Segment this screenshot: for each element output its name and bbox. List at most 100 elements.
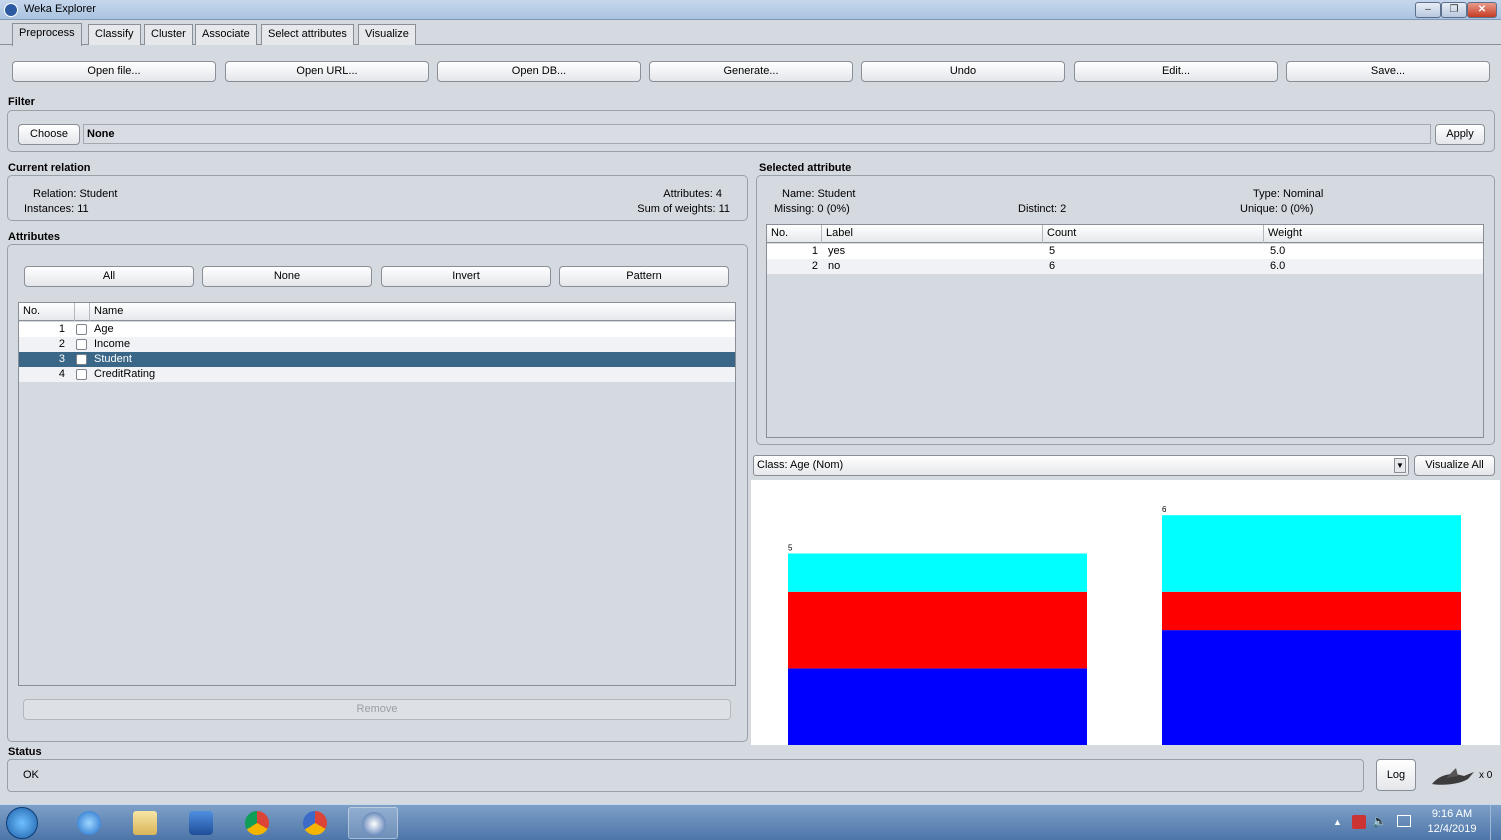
class-selector[interactable]: Class: Age (Nom) ▼ — [753, 455, 1409, 476]
attribute-checkbox[interactable] — [76, 354, 87, 365]
table-row[interactable]: 1 yes 5 5.0 — [767, 244, 1483, 259]
volume-icon[interactable]: 🔈 — [1372, 814, 1387, 828]
select-all-button[interactable]: All — [24, 266, 194, 287]
generate-button[interactable]: Generate... — [649, 61, 853, 82]
log-button[interactable]: Log — [1376, 759, 1416, 791]
value-count: 6 — [1049, 260, 1056, 272]
attribute-checkbox[interactable] — [76, 339, 87, 350]
attributes-table-header: No. Name — [19, 303, 735, 321]
col-check-header[interactable] — [75, 303, 90, 321]
unique-label: Unique: 0 (0%) — [1240, 203, 1314, 215]
value-label: yes — [828, 245, 846, 257]
tab-visualize[interactable]: Visualize — [358, 24, 416, 45]
table-row-selected[interactable]: 3 Student — [19, 352, 735, 367]
table-row[interactable]: 2 Income — [19, 337, 735, 352]
taskbar-chrome-beta[interactable] — [290, 807, 340, 839]
attributes-title: Attributes — [8, 231, 60, 243]
missing-label: Missing: 0 (0%) — [774, 203, 850, 215]
tab-cluster[interactable]: Cluster — [144, 24, 193, 45]
row-number: 1 — [58, 323, 65, 335]
undo-button[interactable]: Undo — [861, 61, 1065, 82]
relation-label: Relation: Student — [33, 188, 118, 200]
open-url-button[interactable]: Open URL... — [225, 61, 429, 82]
taskbar-media-player[interactable] — [176, 807, 226, 839]
value-weight: 5.0 — [1270, 245, 1286, 257]
col-no-header[interactable]: No. — [19, 303, 75, 321]
taskbar: ▲ 🔈 9:16 AM 12/4/2019 — [0, 804, 1501, 840]
type-label: Type: Nominal — [1253, 188, 1324, 200]
minimize-button[interactable]: – — [1415, 2, 1441, 18]
bar-total-label: 5 — [788, 544, 793, 553]
start-button[interactable] — [6, 807, 38, 839]
attribute-name: Income — [94, 338, 131, 350]
col-weight-header[interactable]: Weight — [1264, 225, 1483, 243]
open-db-button[interactable]: Open DB... — [437, 61, 641, 82]
clock-time[interactable]: 9:16 AM — [1424, 808, 1480, 820]
class-selector-value: Class: Age (Nom) — [757, 459, 844, 471]
network-icon[interactable] — [1397, 815, 1411, 827]
show-desktop-button[interactable] — [1490, 805, 1501, 840]
current-relation-title: Current relation — [8, 162, 91, 174]
bar-segment-no-1 — [1162, 591, 1461, 631]
tab-classify[interactable]: Classify — [88, 24, 141, 45]
col-no-header[interactable]: No. — [767, 225, 822, 243]
row-number: 4 — [58, 368, 65, 380]
values-table-header: No. Label Count Weight — [767, 225, 1483, 243]
window-title: Weka Explorer — [24, 3, 96, 15]
clock-date[interactable]: 12/4/2019 — [1424, 823, 1480, 835]
media-player-icon — [189, 811, 213, 835]
col-count-header[interactable]: Count — [1043, 225, 1264, 243]
taskbar-chrome[interactable] — [232, 807, 282, 839]
chrome-icon — [245, 811, 269, 835]
tab-preprocess[interactable]: Preprocess — [12, 23, 82, 46]
taskbar-explorer[interactable] — [120, 807, 170, 839]
tab-bar: Preprocess Classify Cluster Associate Se… — [0, 22, 1501, 46]
weka-app-icon — [4, 3, 18, 17]
select-none-button[interactable]: None — [202, 266, 372, 287]
col-label-header[interactable]: Label — [822, 225, 1043, 243]
action-center-icon[interactable] — [1352, 815, 1366, 829]
task-count: x 0 — [1479, 770, 1493, 781]
tab-associate[interactable]: Associate — [195, 24, 257, 45]
attributes-count-label: Attributes: 4 — [663, 188, 722, 200]
remove-button[interactable]: Remove — [23, 699, 731, 720]
chart-canvas: 56 — [788, 505, 1461, 745]
distinct-label: Distinct: 2 — [1018, 203, 1067, 215]
maximize-button[interactable]: ❐ — [1441, 2, 1467, 18]
value-label: no — [828, 260, 841, 272]
filter-value-field[interactable]: None — [83, 124, 1431, 144]
filter-title: Filter — [8, 96, 35, 108]
bar-segment-no-2 — [1162, 515, 1461, 592]
attribute-checkbox[interactable] — [76, 324, 87, 335]
save-button[interactable]: Save... — [1286, 61, 1490, 82]
taskbar-weka[interactable] — [348, 807, 398, 839]
title-bar: Weka Explorer – ❐ ✕ — [0, 0, 1501, 20]
chrome-beta-icon — [303, 811, 327, 835]
col-name-header[interactable]: Name — [90, 303, 735, 321]
values-table: No. Label Count Weight 1 yes 5 5.0 2 no … — [766, 224, 1484, 438]
table-row[interactable]: 1 Age — [19, 322, 735, 337]
attribute-name-label: Name: Student — [782, 188, 856, 200]
edit-button[interactable]: Edit... — [1074, 61, 1278, 82]
tray-expand-icon[interactable]: ▲ — [1333, 817, 1342, 827]
class-distribution-chart: 56 — [751, 480, 1500, 745]
invert-button[interactable]: Invert — [381, 266, 551, 287]
apply-button[interactable]: Apply — [1435, 124, 1485, 145]
sum-of-weights-label: Sum of weights: 11 — [637, 203, 730, 215]
visualize-all-button[interactable]: Visualize All — [1414, 455, 1495, 476]
bar-segment-yes-1 — [788, 591, 1087, 669]
taskbar-ie[interactable] — [64, 807, 114, 839]
open-file-button[interactable]: Open file... — [12, 61, 216, 82]
close-button[interactable]: ✕ — [1467, 2, 1497, 18]
folder-icon — [133, 811, 157, 835]
bar-segment-yes-0 — [788, 668, 1087, 745]
value-weight: 6.0 — [1270, 260, 1286, 272]
table-row[interactable]: 4 CreditRating — [19, 367, 735, 382]
chevron-down-icon[interactable]: ▼ — [1394, 458, 1406, 473]
choose-filter-button[interactable]: Choose — [18, 124, 80, 145]
table-row[interactable]: 2 no 6 6.0 — [767, 259, 1483, 274]
attribute-name: CreditRating — [94, 368, 156, 380]
attribute-checkbox[interactable] — [76, 369, 87, 380]
tab-select-attributes[interactable]: Select attributes — [261, 24, 354, 45]
pattern-button[interactable]: Pattern — [559, 266, 729, 287]
